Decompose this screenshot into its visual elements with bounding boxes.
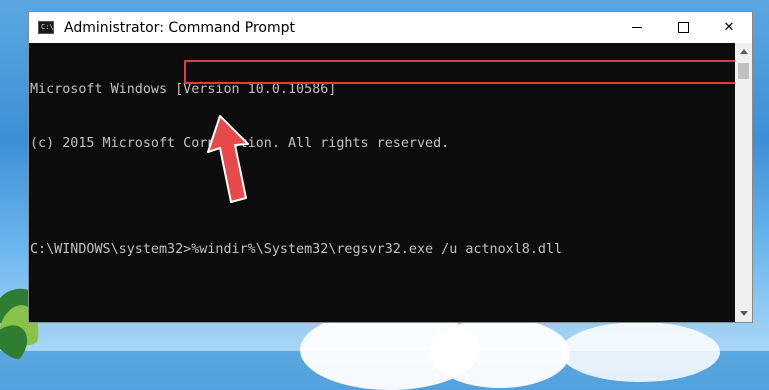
minimize-button[interactable] bbox=[614, 12, 660, 43]
scroll-up-button[interactable] bbox=[735, 43, 752, 60]
vertical-scrollbar[interactable] bbox=[735, 43, 752, 322]
console-output[interactable]: Microsoft Windows [Version 10.0.10586] (… bbox=[29, 43, 735, 322]
chevron-up-icon bbox=[739, 49, 748, 54]
close-button[interactable]: ✕ bbox=[706, 12, 752, 43]
title-bar[interactable]: C:\. Administrator: Command Prompt ✕ bbox=[29, 12, 752, 43]
minimize-icon bbox=[632, 27, 642, 28]
command-prompt-window[interactable]: C:\. Administrator: Command Prompt ✕ Mic… bbox=[28, 11, 753, 323]
chevron-down-icon bbox=[739, 311, 748, 316]
window-title: Administrator: Command Prompt bbox=[64, 19, 295, 36]
icon-label: C:\. bbox=[41, 23, 58, 31]
command-highlight-box bbox=[184, 60, 737, 84]
command-prompt-icon[interactable]: C:\. bbox=[38, 21, 58, 34]
window-controls: ✕ bbox=[614, 12, 752, 43]
close-icon: ✕ bbox=[723, 20, 735, 35]
console-line: (c) 2015 Microsoft Corporotion. All righ… bbox=[30, 136, 450, 151]
scroll-down-button[interactable] bbox=[735, 305, 752, 322]
cloud bbox=[560, 322, 720, 382]
maximize-icon bbox=[677, 22, 689, 33]
maximize-button[interactable] bbox=[660, 12, 706, 43]
command-line[interactable]: C:\WINDOWS\system32> %windir%\System32\re… bbox=[30, 241, 735, 259]
annotation-arrow-icon bbox=[207, 115, 249, 203]
command-text[interactable]: %windir%\System32\regsvr32.exe /u actnox… bbox=[191, 241, 562, 259]
scroll-thumb[interactable] bbox=[738, 63, 749, 79]
prompt-text: C:\WINDOWS\system32> bbox=[30, 242, 192, 257]
cloud bbox=[430, 318, 570, 388]
